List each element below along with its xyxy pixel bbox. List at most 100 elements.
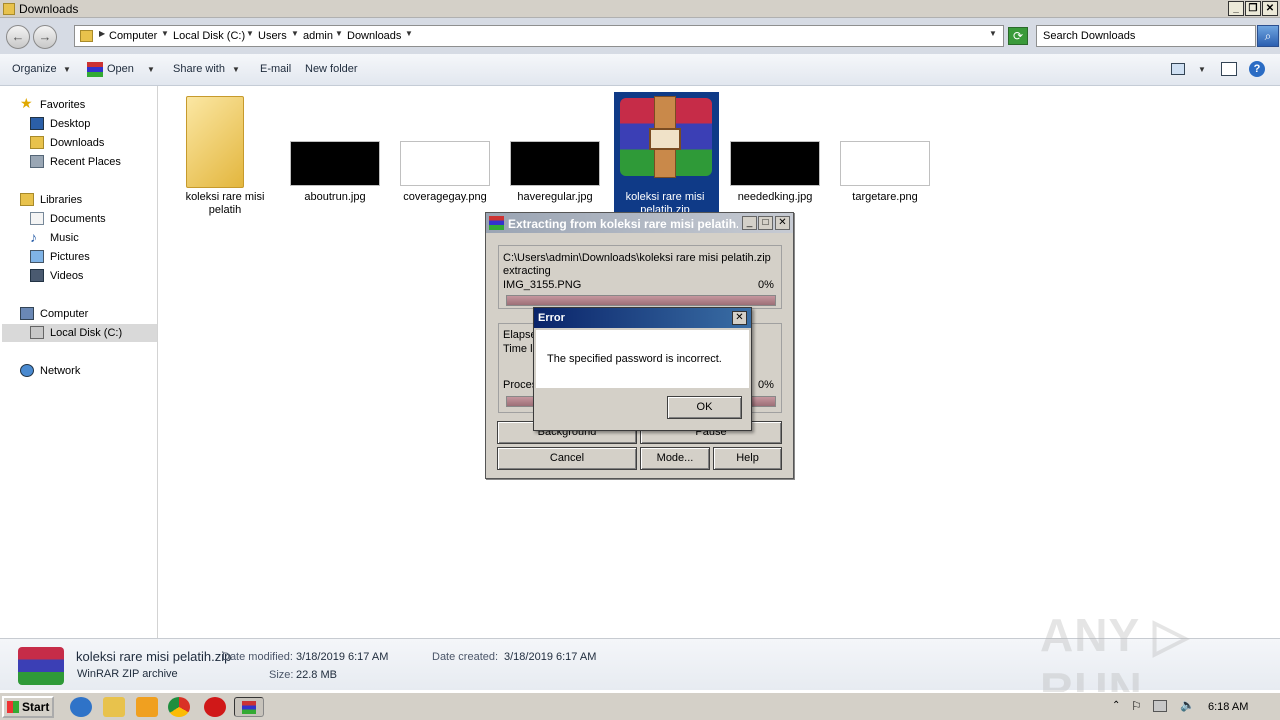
chrome-icon[interactable]: [168, 697, 190, 717]
nav-computer[interactable]: Computer: [20, 305, 150, 323]
file-name: targetare.png: [852, 191, 918, 203]
nav-libraries[interactable]: Libraries: [20, 191, 150, 209]
nav-network[interactable]: Network: [20, 362, 150, 380]
nav-music[interactable]: ♪ Music: [30, 229, 150, 247]
search-input[interactable]: Search Downloads: [1036, 25, 1256, 47]
refresh-button[interactable]: ⟳: [1008, 27, 1028, 45]
image-thumbnail: [840, 141, 930, 186]
error-message: The specified password is incorrect.: [547, 353, 722, 365]
pictures-icon: [30, 250, 44, 263]
winrar-icon: [489, 216, 504, 230]
chevron-down-icon[interactable]: ▼: [161, 29, 169, 38]
details-file-name: koleksi rare misi pelatih.zip: [76, 649, 232, 664]
minimize-button[interactable]: _: [742, 216, 757, 230]
nav-downloads[interactable]: Downloads: [30, 134, 150, 152]
libraries-icon: [20, 193, 34, 206]
folder-icon: [80, 30, 93, 42]
nav-documents[interactable]: Documents: [30, 210, 150, 228]
nav-local-disk[interactable]: Local Disk (C:): [2, 324, 157, 342]
flag-icon[interactable]: ⚐: [1131, 699, 1142, 713]
ok-button[interactable]: OK: [667, 396, 742, 419]
history-dropdown-icon[interactable]: ▼: [989, 29, 997, 38]
extract-status: extracting: [503, 265, 551, 277]
breadcrumb-users[interactable]: Users: [258, 30, 287, 42]
error-message-area: The specified password is incorrect.: [536, 330, 749, 388]
nav-pictures[interactable]: Pictures: [30, 248, 150, 266]
preview-pane-icon[interactable]: [1221, 62, 1237, 76]
nav-videos[interactable]: Videos: [30, 267, 150, 285]
image-thumbnail: [290, 141, 380, 186]
start-button[interactable]: Start: [2, 696, 54, 718]
window-title: Downloads: [19, 2, 79, 16]
media-player-icon[interactable]: [136, 697, 158, 717]
folder-icon: [186, 96, 244, 188]
mode-button[interactable]: Mode...: [640, 447, 710, 470]
file-name: haveregular.jpg: [517, 191, 593, 203]
taskbar: Start ⌃ ⚐ 🔈 6:18 AM: [0, 692, 1280, 720]
nav-label: Libraries: [40, 194, 83, 206]
winrar-icon: [242, 701, 256, 714]
desktop-icon: [30, 117, 44, 130]
chevron-down-icon[interactable]: ▼: [335, 29, 343, 38]
chevron-down-icon[interactable]: ▼: [63, 65, 71, 74]
close-button[interactable]: ✕: [1262, 1, 1278, 16]
stop-icon[interactable]: [204, 697, 226, 717]
error-dialog: Error ✕ The specified password is incorr…: [533, 307, 752, 431]
recent-places-icon: [30, 155, 44, 168]
search-icon[interactable]: ⌕: [1257, 25, 1279, 47]
folder-icon: [3, 3, 15, 15]
restore-button[interactable]: ❐: [1245, 1, 1261, 16]
start-label: Start: [22, 700, 50, 714]
nav-recent-places[interactable]: Recent Places: [30, 153, 150, 171]
volume-icon[interactable]: 🔈: [1180, 698, 1195, 712]
email-button[interactable]: E-mail: [260, 63, 291, 75]
minimize-button[interactable]: _: [1228, 1, 1244, 16]
dialog-title: Error: [538, 312, 565, 324]
chevron-down-icon[interactable]: ▼: [291, 29, 299, 38]
chevron-down-icon[interactable]: ▼: [246, 29, 254, 38]
network-icon[interactable]: [1153, 700, 1167, 712]
organize-button[interactable]: Organize: [12, 63, 57, 75]
close-button[interactable]: ✕: [732, 311, 747, 325]
documents-icon: [30, 212, 44, 225]
chevron-down-icon[interactable]: ▼: [405, 29, 413, 38]
nav-desktop[interactable]: Desktop: [30, 115, 150, 133]
chevron-down-icon[interactable]: ▼: [232, 65, 240, 74]
help-button[interactable]: Help: [713, 447, 782, 470]
help-icon[interactable]: ?: [1249, 61, 1265, 77]
new-folder-button[interactable]: New folder: [305, 63, 358, 75]
dialog-title-bar[interactable]: Extracting from koleksi rare misi pelati…: [486, 213, 793, 233]
dialog-title: Extracting from koleksi rare misi pelati…: [508, 217, 738, 231]
nav-label: Favorites: [40, 99, 86, 111]
breadcrumb-downloads[interactable]: Downloads: [347, 30, 401, 42]
chevron-down-icon[interactable]: ▼: [1198, 65, 1206, 74]
cancel-button[interactable]: Cancel: [497, 447, 637, 470]
show-hidden-icons-icon[interactable]: ⌃: [1112, 700, 1120, 711]
archive-path: C:\Users\admin\Downloads\koleksi rare mi…: [503, 252, 771, 264]
internet-explorer-icon[interactable]: [70, 697, 92, 717]
file-name: koleksi rare misi pelatih: [185, 191, 265, 216]
current-file-group: C:\Users\admin\Downloads\koleksi rare mi…: [498, 245, 782, 309]
nav-label: Local Disk (C:): [50, 327, 123, 339]
share-with-button[interactable]: Share with: [173, 63, 225, 75]
maximize-button[interactable]: □: [758, 216, 773, 230]
back-button[interactable]: ←: [6, 25, 30, 49]
file-name: coveragegay.png: [403, 191, 487, 203]
chevron-down-icon[interactable]: ▼: [147, 65, 155, 74]
image-thumbnail: [730, 141, 820, 186]
address-bar[interactable]: ▶ Computer ▼ Local Disk (C:) ▼ Users ▼ a…: [74, 25, 1004, 47]
total-percent: 0%: [758, 379, 774, 391]
explorer-icon[interactable]: [103, 697, 125, 717]
view-options-icon[interactable]: [1171, 63, 1185, 75]
forward-button[interactable]: →: [33, 25, 57, 49]
winrar-taskbar-button[interactable]: [234, 697, 264, 717]
dialog-title-bar[interactable]: Error: [534, 308, 751, 328]
breadcrumb-computer[interactable]: Computer: [109, 30, 157, 42]
close-button[interactable]: ✕: [775, 216, 790, 230]
winrar-archive-icon: [18, 647, 64, 685]
breadcrumb-admin[interactable]: admin: [303, 30, 333, 42]
nav-favorites[interactable]: ★ Favorites: [20, 96, 150, 114]
open-button[interactable]: Open: [107, 63, 134, 75]
clock[interactable]: 6:18 AM: [1208, 701, 1248, 713]
breadcrumb-local-disk[interactable]: Local Disk (C:): [173, 30, 245, 42]
